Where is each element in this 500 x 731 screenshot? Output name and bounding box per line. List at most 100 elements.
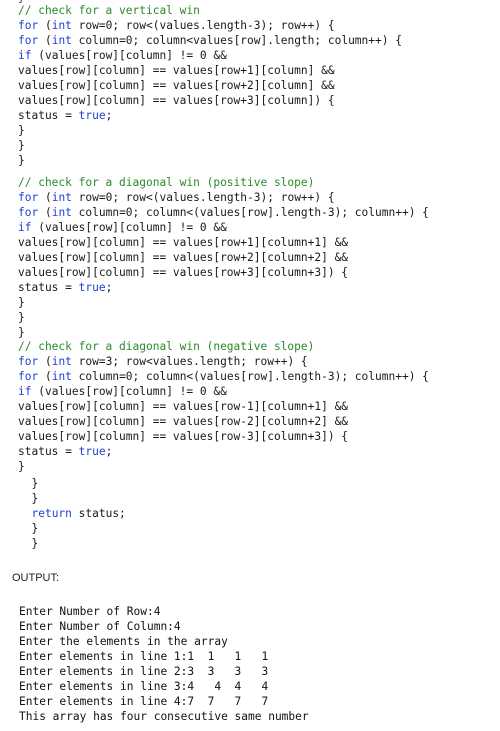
code-line: } (18, 153, 402, 168)
code-line: if (values[row][column] != 0 && (18, 384, 429, 399)
code-text: } (18, 522, 39, 535)
code-text: status; (71, 507, 126, 520)
output-line: Enter elements in line 4:7 7 7 7 (19, 695, 269, 708)
code-keyword: for (18, 355, 39, 368)
code-line: for (int column=0; column<(values[row].l… (18, 369, 429, 384)
code-keyword: for (18, 34, 39, 47)
code-line: // check for a diagonal win (positive sl… (18, 175, 429, 190)
output-line: Enter elements in line 2:3 3 3 3 (19, 665, 269, 678)
code-comment: // check for a diagonal win (negative sl… (18, 340, 315, 353)
code-keyword: for (18, 370, 39, 383)
code-line: for (int column=0; column<values[row].le… (18, 33, 402, 48)
code-line: values[row][column] == values[row+2][col… (18, 78, 402, 93)
code-line: values[row][column] == values[row+3][col… (18, 265, 429, 280)
code-line: values[row][column] == values[row+2][col… (18, 250, 429, 265)
code-keyword: return (31, 507, 72, 520)
code-block-return: } } return status; } } (18, 476, 126, 551)
code-keyword: int (51, 206, 72, 219)
code-keyword: int (51, 19, 72, 32)
code-text: (values[row][column] != 0 && (31, 385, 227, 398)
code-line: for (int row=0; row<(values.length-3); r… (18, 190, 429, 205)
code-text: ( (38, 191, 52, 204)
output-line: Enter the elements in the array (19, 635, 228, 648)
code-text: values[row][column] == values[row-1][col… (18, 400, 349, 413)
code-text: values[row][column] == values[row+1][col… (18, 64, 335, 77)
output-line: Enter elements in line 3:4 4 4 4 (19, 680, 269, 693)
code-text: } (18, 460, 25, 473)
code-text: values[row][column] == values[row-3][col… (18, 430, 349, 443)
code-comment: // check for a vertical win (18, 4, 200, 17)
code-line: } (18, 491, 126, 506)
code-text: values[row][column] == values[row+3][col… (18, 94, 335, 107)
code-text: ; (105, 281, 113, 294)
code-text: row=3; row<values.length; row++) { (71, 355, 308, 368)
code-block-vertical-win: // check for a vertical win for (int row=… (18, 3, 402, 168)
code-line: status = true; (18, 108, 402, 123)
code-text: column=0; column<(values[row].length-3);… (71, 206, 429, 219)
output-line: Enter Number of Column:4 (19, 620, 181, 633)
code-text: ( (38, 355, 52, 368)
code-text: values[row][column] == values[row+2][col… (18, 79, 335, 92)
code-text: ( (38, 206, 52, 219)
code-line: values[row][column] == values[row+1][col… (18, 63, 402, 78)
code-line: } (18, 295, 429, 310)
code-text: status = (18, 281, 79, 294)
code-line: } (18, 310, 429, 325)
code-keyword: int (51, 34, 72, 47)
code-text: (values[row][column] != 0 && (31, 49, 227, 62)
code-line: status = true; (18, 444, 429, 459)
code-text: values[row][column] == values[row-2][col… (18, 415, 349, 428)
code-line: // check for a vertical win (18, 3, 402, 18)
code-text: ( (38, 19, 52, 32)
code-text: } (18, 326, 25, 339)
code-keyword: for (18, 19, 39, 32)
code-comment: // check for a diagonal win (positive sl… (18, 176, 315, 189)
code-block-diagonal-negative: // check for a diagonal win (negative sl… (18, 339, 429, 474)
code-text: } (18, 296, 25, 309)
code-text: row=0; row<(values.length-3); row++) { (71, 19, 335, 32)
code-line: if (values[row][column] != 0 && (18, 220, 429, 235)
code-line: } (18, 123, 402, 138)
code-line: for (int row=0; row<(values.length-3); r… (18, 18, 402, 33)
code-line: // check for a diagonal win (negative sl… (18, 339, 429, 354)
code-line: } (18, 138, 402, 153)
code-line: } (18, 476, 126, 491)
code-text: } (18, 537, 39, 550)
code-line: } (18, 536, 126, 551)
code-text: row=0; row<(values.length-3); row++) { (71, 191, 335, 204)
code-text: } (18, 477, 39, 490)
output-line: Enter elements in line 1:1 1 1 1 (19, 650, 269, 663)
code-text: } (18, 124, 25, 137)
code-text: (values[row][column] != 0 && (31, 221, 227, 234)
code-keyword: int (51, 370, 72, 383)
code-text: status = (18, 445, 79, 458)
code-text: column=0; column<values[row].length; col… (71, 34, 402, 47)
program-output: Enter Number of Row:4 Enter Number of Col… (19, 604, 309, 724)
code-line: if (values[row][column] != 0 && (18, 48, 402, 63)
code-block-diagonal-positive: // check for a diagonal win (positive sl… (18, 175, 429, 340)
code-keyword: int (51, 191, 72, 204)
code-keyword: true (78, 109, 106, 122)
code-line: status = true; (18, 280, 429, 295)
code-keyword: if (18, 221, 32, 234)
code-line: values[row][column] == values[row+1][col… (18, 235, 429, 250)
code-line: values[row][column] == values[row-2][col… (18, 414, 429, 429)
code-line: return status; (18, 506, 126, 521)
output-label: OUTPUT: (12, 572, 60, 584)
code-line: values[row][column] == values[row-3][col… (18, 429, 429, 444)
code-text: } (18, 139, 25, 152)
output-line: Enter Number of Row:4 (19, 605, 161, 618)
code-text: column=0; column<(values[row].length-3);… (71, 370, 429, 383)
code-keyword: for (18, 206, 39, 219)
code-keyword: true (78, 281, 106, 294)
code-line: } (18, 325, 429, 340)
code-text: } (18, 492, 39, 505)
code-text: ; (105, 109, 113, 122)
code-keyword: true (78, 445, 106, 458)
output-line: This array has four consecutive same num… (19, 710, 309, 723)
code-line: values[row][column] == values[row+3][col… (18, 93, 402, 108)
code-line: } (18, 459, 429, 474)
code-text: status = (18, 109, 79, 122)
code-text: values[row][column] == values[row+1][col… (18, 236, 349, 249)
